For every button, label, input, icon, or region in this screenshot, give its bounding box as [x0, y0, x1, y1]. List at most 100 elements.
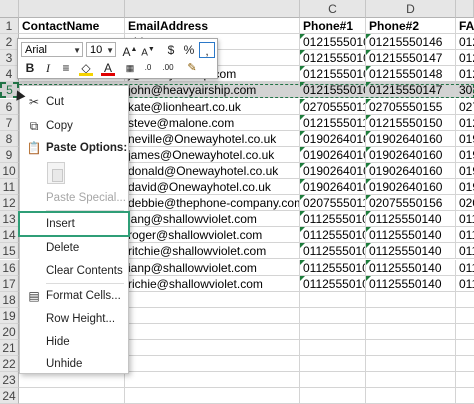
cell-phone2[interactable]: 01125550140	[366, 259, 456, 276]
cell-email[interactable]: david@Onewayhotel.co.uk	[125, 179, 300, 196]
cell-name[interactable]	[19, 388, 125, 404]
cell-phone2[interactable]: 01125550140	[366, 211, 456, 228]
cell-phone2[interactable]: 01902640160	[366, 146, 456, 163]
cell-email[interactable]	[125, 291, 300, 308]
cell-phone1[interactable]: 01125550100	[300, 211, 366, 228]
align-icon[interactable]: ≡	[58, 60, 74, 76]
cell-phone2[interactable]: Phone#2	[366, 18, 456, 35]
cell-fax[interactable]: FA	[456, 18, 474, 35]
cell-fax[interactable]	[456, 356, 474, 373]
cell-fax[interactable]: 012	[456, 66, 474, 83]
cell-fax[interactable]: 027	[456, 99, 474, 115]
row-header[interactable]: 19	[0, 307, 19, 324]
cell-email[interactable]: roger@shallowviolet.com	[125, 227, 300, 244]
cell-phone1[interactable]: 01125550100	[300, 275, 366, 292]
currency-icon[interactable]: $	[163, 42, 179, 58]
cell-phone1[interactable]: 01125550100	[300, 227, 366, 244]
cell-fax[interactable]: 019	[456, 131, 474, 147]
cell-phone2[interactable]: 01215550148	[366, 66, 456, 83]
percent-icon[interactable]: %	[181, 42, 197, 58]
cell-phone1[interactable]: 01902640100	[300, 179, 366, 196]
row-header[interactable]: 7	[0, 114, 19, 131]
cell-fax[interactable]: 019	[456, 147, 474, 163]
cell-phone2[interactable]	[366, 372, 456, 389]
cell-fax[interactable]	[456, 372, 474, 389]
row-header[interactable]: 20	[0, 323, 19, 340]
row-header[interactable]: 14	[0, 227, 19, 244]
paste-icon[interactable]	[47, 162, 65, 184]
cell-phone1[interactable]	[300, 291, 366, 308]
font-name-box[interactable]: Arial ▼	[21, 42, 83, 57]
cell-phone1[interactable]: 01215550107	[300, 82, 366, 99]
cell-email[interactable]	[125, 307, 300, 324]
font-grow-icon[interactable]: A▲	[122, 42, 138, 59]
cell-phone1[interactable]: 01215550106	[300, 34, 366, 51]
menu-item-cut[interactable]: ✂ Cut	[20, 91, 128, 113]
menu-item-clear-contents[interactable]: Clear Contents	[20, 260, 128, 282]
cell-fax[interactable]: 019	[456, 163, 474, 179]
column-header-a[interactable]	[19, 0, 125, 18]
cell-name[interactable]: ContactName	[19, 18, 125, 35]
select-all-corner[interactable]	[0, 0, 19, 18]
cell-phone1[interactable]	[300, 372, 366, 389]
cell-phone2[interactable]: 01125550140	[366, 243, 456, 260]
menu-item-unhide[interactable]: Unhide	[20, 353, 128, 375]
cell-fax[interactable]: 303	[456, 82, 474, 99]
cell-phone1[interactable]: 02075550116	[300, 195, 366, 212]
cell-email[interactable]: neville@Onewayhotel.co.uk	[125, 130, 300, 147]
cell-email[interactable]: ianp@shallowviolet.com	[125, 259, 300, 276]
cell-fax[interactable]: 020	[456, 195, 474, 212]
cell-fax[interactable]	[456, 340, 474, 357]
cell-email[interactable]: ritchie@shallowviolet.com	[125, 243, 300, 260]
cell-phone2[interactable]: 01215550147	[366, 82, 456, 99]
font-size-box[interactable]: 10 ▼	[86, 42, 116, 57]
cell-phone2[interactable]	[366, 307, 456, 324]
cell-phone1[interactable]: 02705550115	[300, 98, 366, 115]
cell-email[interactable]: kate@lionheart.co.uk	[125, 98, 300, 115]
row-header[interactable]: 18	[0, 291, 19, 308]
row-header[interactable]: 21	[0, 340, 19, 357]
row-header[interactable]: 6	[0, 98, 19, 115]
row-header[interactable]: 12	[0, 195, 19, 212]
cell-phone2[interactable]: 02705550155	[366, 98, 456, 115]
cell-phone1[interactable]	[300, 388, 366, 404]
cell-phone1[interactable]: 01125550100	[300, 259, 366, 276]
row-header[interactable]: 16	[0, 259, 19, 276]
cell-fax[interactable]: 011	[456, 227, 474, 244]
row-header[interactable]: 15	[0, 243, 19, 260]
row-header[interactable]: 10	[0, 162, 19, 179]
cell-phone2[interactable]	[366, 356, 456, 373]
cell-email[interactable]: james@Onewayhotel.co.uk	[125, 146, 300, 163]
cell-phone1[interactable]: 01215550110	[300, 114, 366, 131]
menu-item-insert[interactable]: Insert	[18, 211, 130, 237]
cell-phone2[interactable]: 01215550147	[366, 50, 456, 67]
cell-email[interactable]	[125, 372, 300, 389]
cell-email[interactable]	[125, 388, 300, 404]
cell-phone2[interactable]	[366, 323, 456, 340]
cell-email[interactable]: richie@shallowviolet.com	[125, 275, 300, 292]
row-header[interactable]: 9	[0, 146, 19, 163]
row-header[interactable]: 13	[0, 211, 19, 228]
cell-phone1[interactable]: 01125550100	[300, 243, 366, 260]
font-color-icon[interactable]: A	[100, 60, 116, 76]
row-header[interactable]: 1	[0, 18, 19, 35]
decrease-decimal-icon[interactable]: .00	[160, 60, 176, 76]
menu-item-format-cells[interactable]: ▤ Format Cells...	[20, 285, 128, 307]
cell-fax[interactable]: 012	[456, 50, 474, 67]
cell-email[interactable]: donald@Onewayhotel.co.uk	[125, 162, 300, 179]
cell-fax[interactable]	[456, 324, 474, 340]
column-header-e[interactable]	[456, 0, 474, 18]
cell-phone1[interactable]: 01902640100	[300, 162, 366, 179]
cell-phone1[interactable]: 01215550108	[300, 66, 366, 83]
menu-item-copy[interactable]: ⧉ Copy	[20, 115, 128, 137]
column-header-b[interactable]	[125, 0, 300, 18]
cell-phone2[interactable]	[366, 388, 456, 404]
comma-style-icon[interactable]: ,	[199, 42, 215, 58]
row-header[interactable]: 11	[0, 179, 19, 196]
cell-phone2[interactable]: 01125550140	[366, 227, 456, 244]
format-painter-icon[interactable]: ✎	[184, 60, 200, 76]
cell-fax[interactable]: 011	[456, 211, 474, 228]
borders-icon[interactable]: ▦	[122, 60, 138, 76]
cell-fax[interactable]	[456, 388, 474, 404]
cell-phone2[interactable]	[366, 291, 456, 308]
